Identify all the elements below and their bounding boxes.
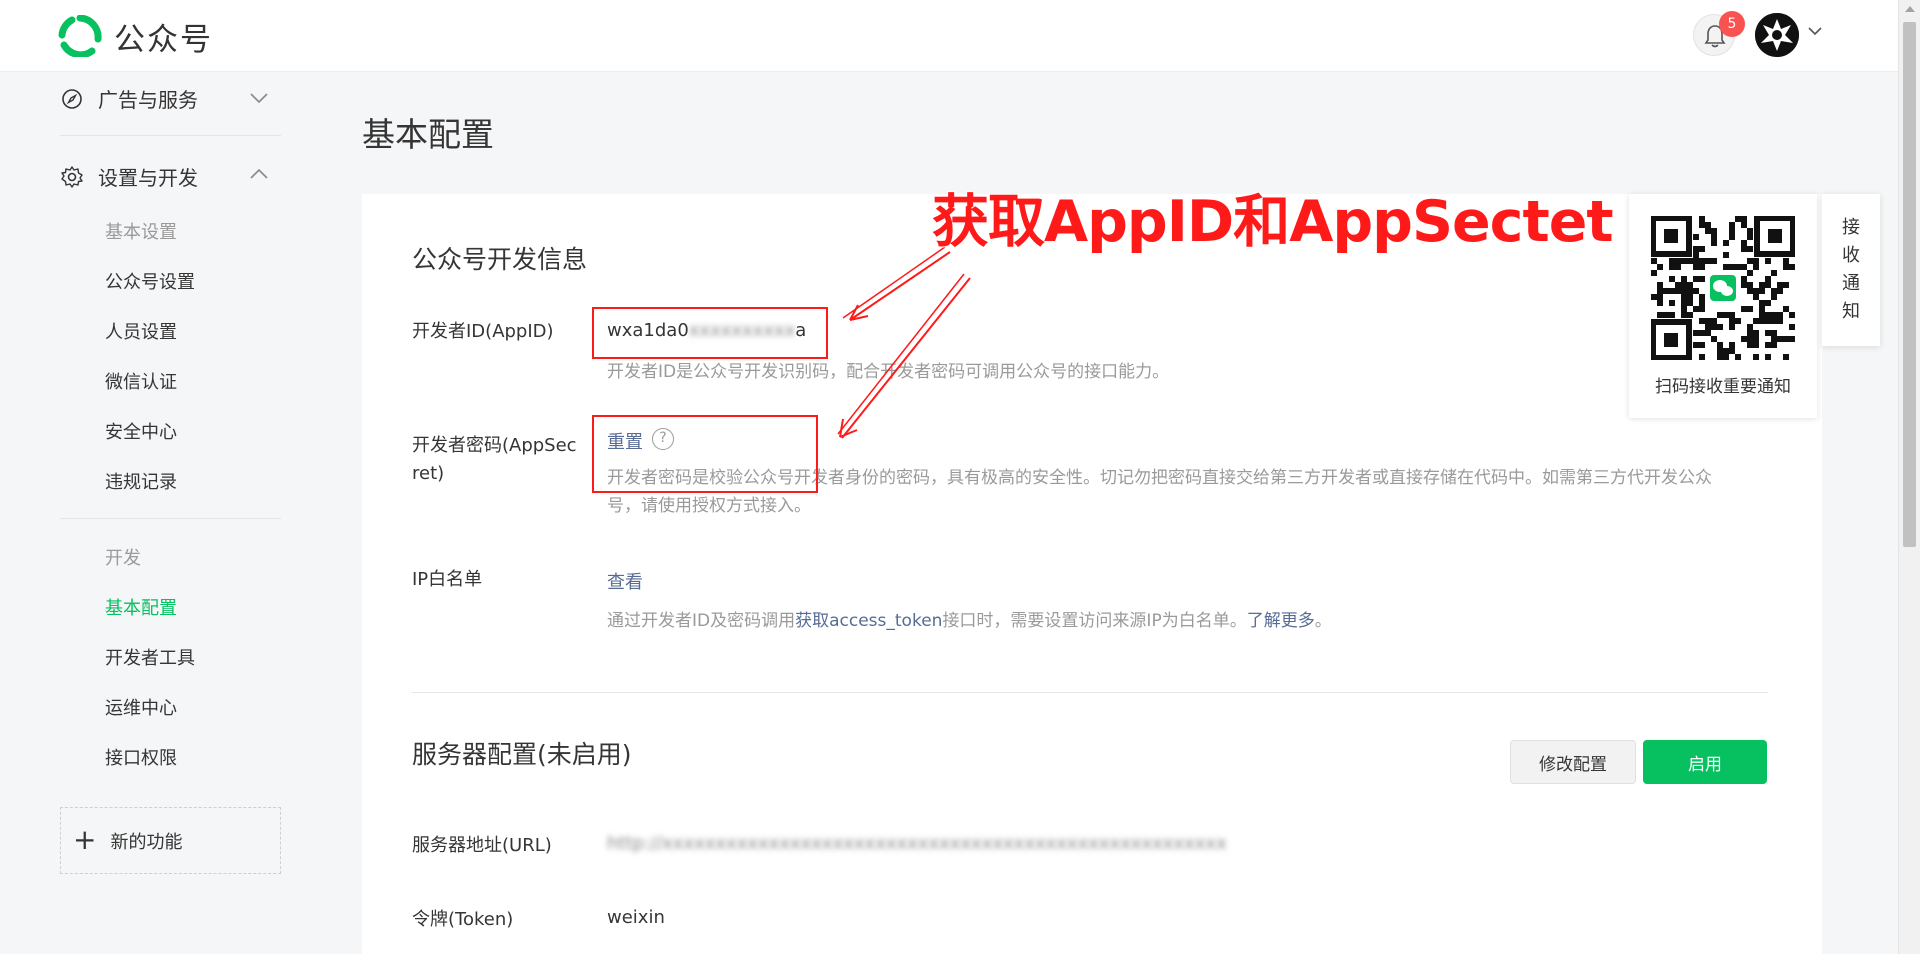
annotation-arrow-secret	[841, 277, 971, 439]
annotation-text: 获取AppID和AppSectet	[931, 188, 1615, 256]
annotation-arrows	[837, 246, 971, 439]
